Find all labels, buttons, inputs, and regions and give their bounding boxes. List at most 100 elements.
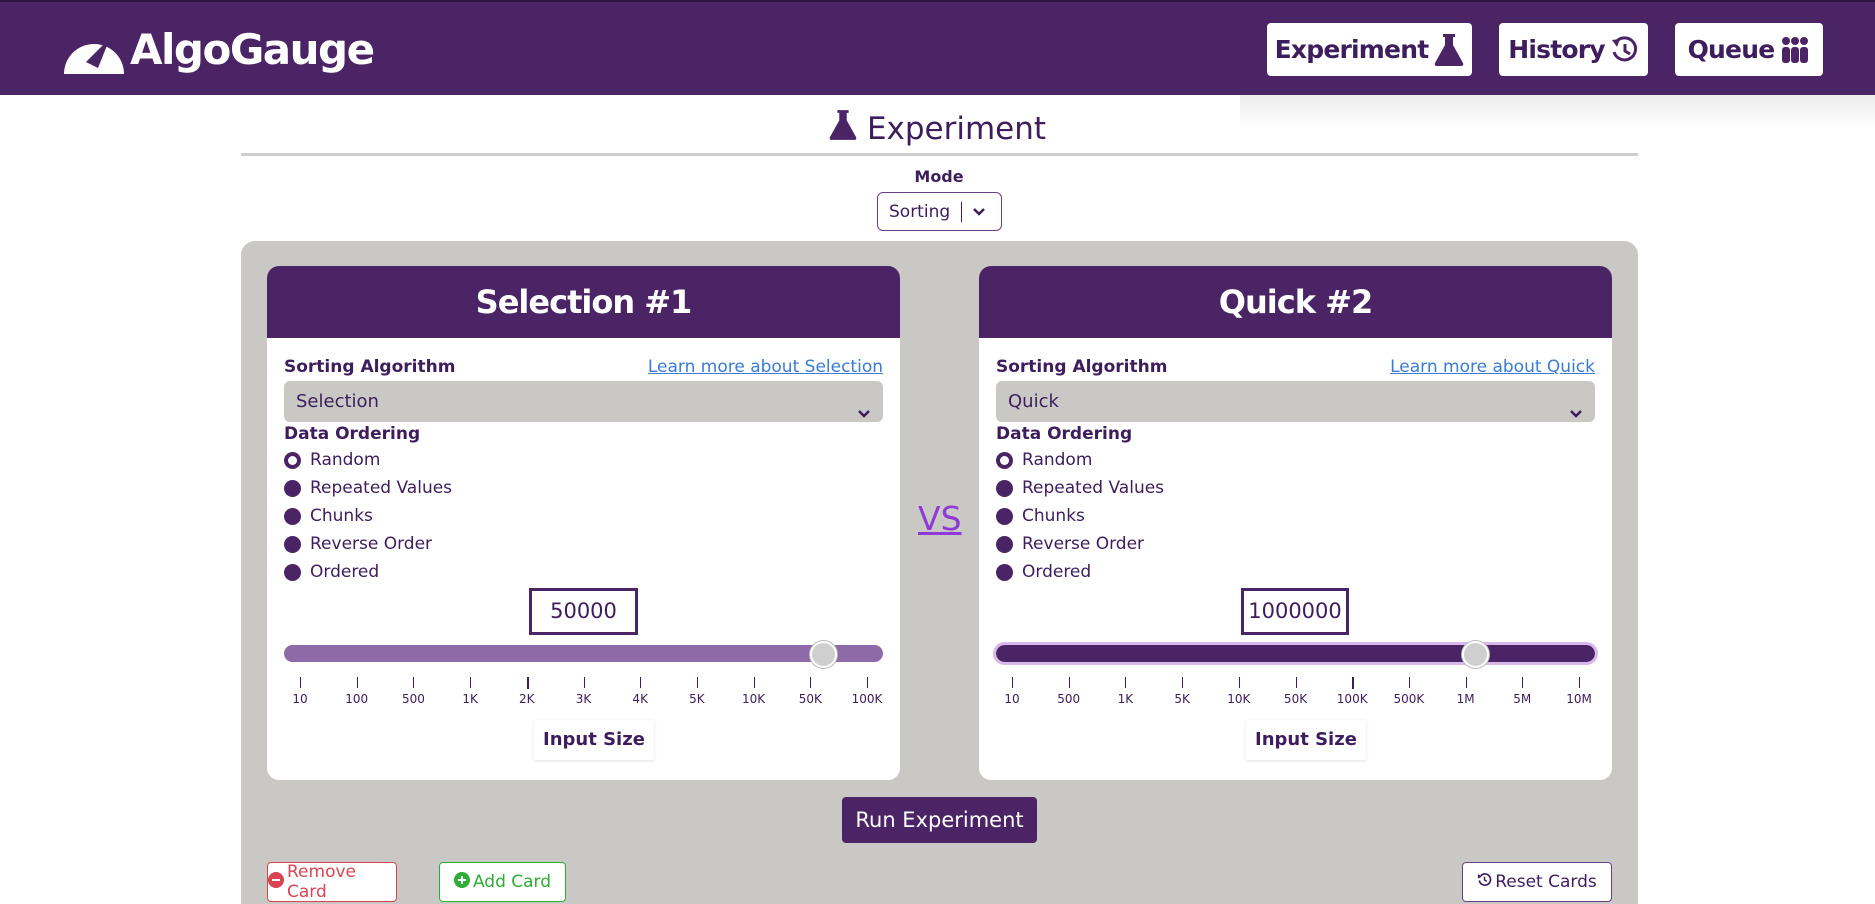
logo[interactable]: AlgoGauge [62, 24, 375, 76]
mode-select[interactable]: Sorting [877, 192, 1002, 231]
add-card-button[interactable]: Add Card [439, 862, 566, 902]
history-icon [1611, 35, 1639, 64]
slider-tick [526, 677, 529, 689]
radio-ordered[interactable]: Ordered [996, 562, 1091, 582]
flask-icon [1434, 33, 1464, 67]
radio-chunks[interactable]: Chunks [996, 506, 1085, 526]
algorithm-card-2: Quick #2 Sorting Algorithm Learn more ab… [979, 266, 1612, 780]
card-title: Selection #1 [267, 266, 900, 338]
radio-label: Reverse Order [310, 534, 433, 554]
slider-tick-label: 50K [798, 692, 822, 706]
slider-tick-label: 50K [1283, 692, 1308, 706]
reset-cards-button[interactable]: Reset Cards [1462, 862, 1612, 902]
radio-button[interactable] [284, 451, 301, 469]
radio-button[interactable] [284, 507, 301, 525]
chevron-down-icon [972, 204, 986, 224]
nav-experiment-button[interactable]: Experiment [1267, 23, 1472, 76]
radio-label: Ordered [1022, 562, 1092, 582]
slider-tick [1012, 677, 1013, 688]
slider-tick-label: 100 [345, 692, 369, 706]
radio-label: Random [1022, 450, 1093, 470]
radio-label: Ordered [310, 562, 380, 582]
learn-more-link[interactable]: Learn more about Selection [648, 357, 883, 377]
input-size-value[interactable]: 50000 [529, 588, 638, 635]
radio-label: Chunks [1022, 506, 1085, 526]
radio-label: Chunks [310, 506, 373, 526]
slider-tick [356, 677, 358, 688]
slider-tick [1408, 677, 1410, 688]
remove-card-button[interactable]: Remove Card [267, 862, 397, 902]
radio-reverse-order[interactable]: Reverse Order [284, 534, 432, 554]
radio-ordered[interactable]: Ordered [284, 562, 379, 582]
input-size-slider[interactable] [284, 645, 883, 662]
algorithm-label: Sorting Algorithm [996, 357, 1168, 377]
top-navbar: AlgoGauge Experiment History Queue [0, 0, 1875, 95]
radio-chunks[interactable]: Chunks [284, 506, 373, 526]
input-size-slider[interactable] [993, 642, 1598, 665]
run-experiment-button[interactable]: Run Experiment [842, 797, 1037, 843]
slider-tick [1182, 677, 1184, 688]
slider-tick [810, 677, 812, 688]
radio-button[interactable] [996, 479, 1013, 497]
slider-tick-label: 2K [519, 692, 535, 706]
slider-thumb[interactable] [1461, 641, 1489, 668]
slider-tick [300, 677, 301, 688]
radio-random[interactable]: Random [996, 450, 1092, 470]
slider-tick [753, 677, 755, 688]
slider-thumb[interactable] [809, 641, 837, 668]
divider [241, 153, 1638, 156]
slider-tick [867, 677, 868, 688]
input-size-label: Input Size [1246, 720, 1366, 760]
radio-button[interactable] [284, 479, 301, 497]
algorithm-value: Selection [296, 391, 379, 412]
algorithm-card-1: Selection #1 Sorting Algorithm Learn mor… [267, 266, 900, 780]
nav-queue-button[interactable]: Queue [1675, 23, 1823, 76]
radio-button[interactable] [996, 535, 1013, 553]
slider-tick-label: 500 [401, 692, 425, 706]
algorithm-select[interactable]: Selection [284, 381, 883, 422]
chevron-down-icon [1569, 395, 1583, 436]
radio-button[interactable] [996, 451, 1013, 469]
divider [961, 202, 962, 222]
slider-tick [1295, 677, 1297, 688]
radio-random[interactable]: Random [284, 450, 380, 470]
minus-circle-icon [268, 871, 284, 893]
radio-reverse-order[interactable]: Reverse Order [996, 534, 1144, 554]
radio-button[interactable] [284, 563, 301, 581]
learn-more-link[interactable]: Learn more about Quick [1390, 357, 1595, 377]
slider-tick-label: 10K [1227, 692, 1251, 706]
slider-tick-label: 1K [1117, 692, 1134, 706]
slider-tick [696, 677, 698, 688]
input-size-value[interactable]: 1000000 [1241, 588, 1349, 635]
slider-tick [413, 677, 415, 688]
page-title: Experiment [0, 108, 1875, 150]
input-size-label: Input Size [534, 720, 654, 760]
slider-tick-label: 10M [1566, 692, 1592, 706]
radio-repeated-values[interactable]: Repeated Values [284, 478, 452, 498]
page-title-text: Experiment [866, 111, 1047, 147]
radio-button[interactable] [284, 535, 301, 553]
slider-tick [1352, 677, 1355, 689]
radio-button[interactable] [996, 563, 1013, 581]
slider-tick-label: 100K [1336, 692, 1368, 706]
slider-tick-label: 10K [742, 692, 766, 706]
card-title: Quick #2 [979, 266, 1612, 338]
slider-tick-label: 1K [462, 692, 478, 706]
data-ordering-label: Data Ordering [284, 424, 421, 444]
vs-link[interactable]: VS [918, 499, 962, 538]
add-card-label: Add Card [472, 872, 552, 892]
radio-label: Repeated Values [310, 478, 453, 498]
plus-circle-icon [453, 871, 470, 893]
slider-tick [470, 677, 472, 688]
radio-repeated-values[interactable]: Repeated Values [996, 478, 1164, 498]
algorithm-select[interactable]: Quick [996, 381, 1595, 422]
radio-button[interactable] [996, 507, 1013, 525]
slider-tick-label: 500K [1393, 692, 1425, 706]
slider-tick [1522, 677, 1524, 688]
slider-tick-label: 5K [1174, 692, 1190, 706]
gauge-icon [62, 24, 126, 76]
nav-history-label: History [1508, 35, 1605, 64]
nav-history-button[interactable]: History [1499, 23, 1648, 76]
reset-icon [1477, 872, 1492, 892]
slider-tick [1465, 677, 1467, 688]
